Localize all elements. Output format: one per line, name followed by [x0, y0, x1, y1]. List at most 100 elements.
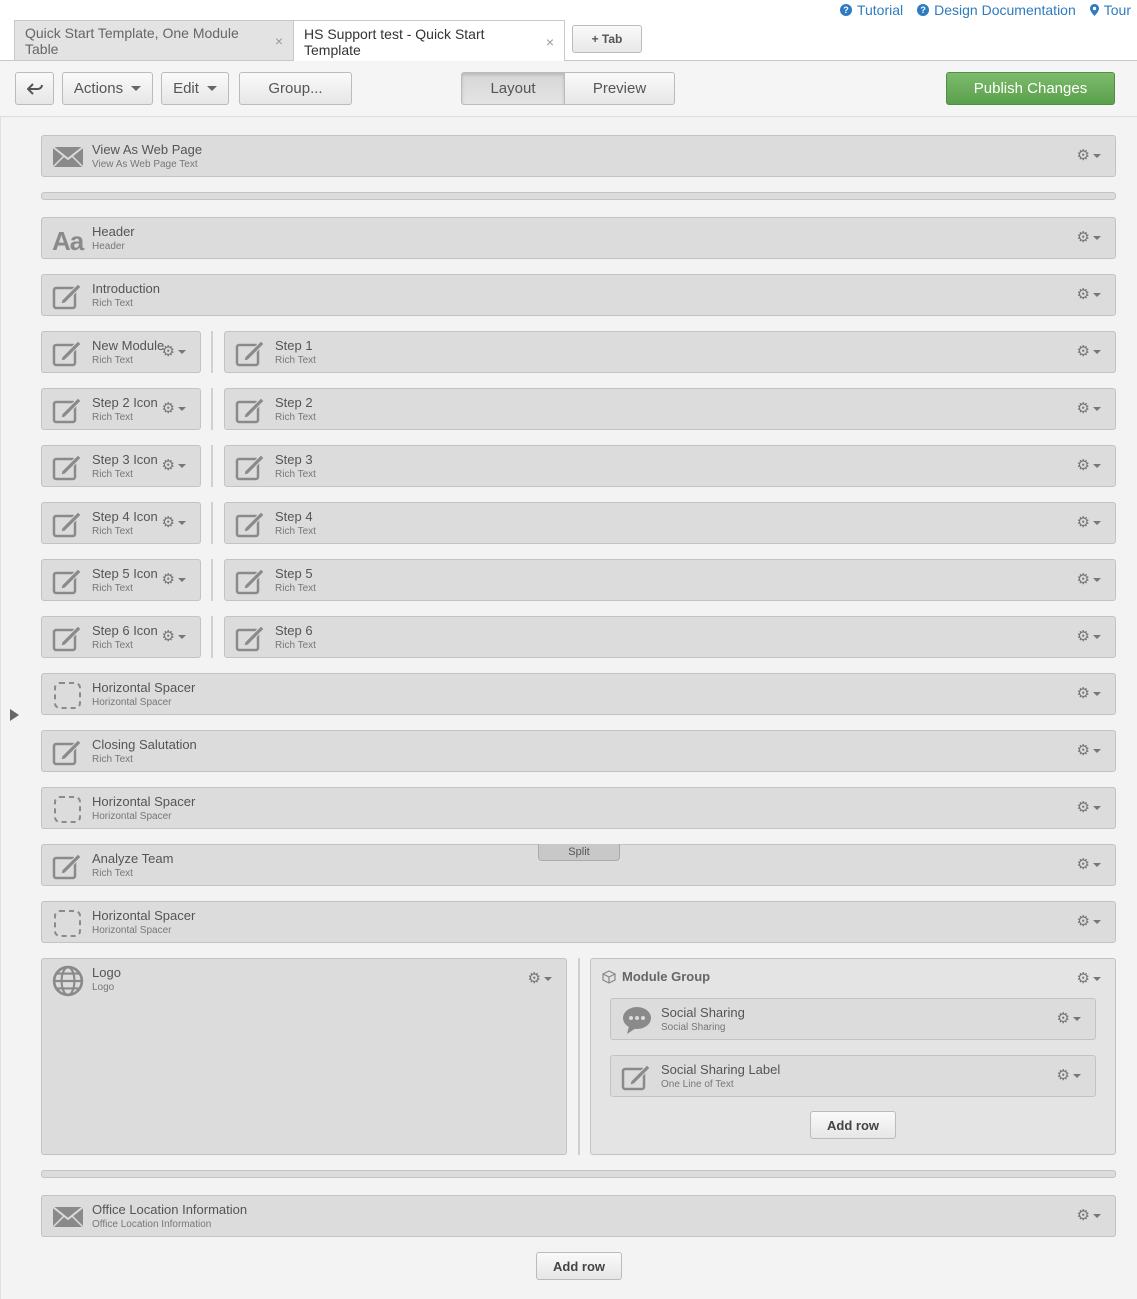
module-settings[interactable]: ⚙	[162, 629, 186, 644]
edit-icon	[52, 510, 83, 538]
column-divider[interactable]	[211, 616, 213, 658]
module-new-module[interactable]: New Module Rich Text ⚙	[41, 331, 201, 373]
actions-dropdown[interactable]: Actions	[62, 72, 153, 105]
module-step-1[interactable]: Step 1 Rich Text ⚙	[224, 331, 1116, 373]
edit-dropdown[interactable]: Edit	[161, 72, 229, 105]
module-step-5-icon[interactable]: Step 5 Icon Rich Text ⚙	[41, 559, 201, 601]
publish-changes-button[interactable]: Publish Changes	[946, 72, 1115, 105]
module-settings[interactable]: ⚙	[1057, 1068, 1081, 1083]
gear-icon: ⚙	[161, 628, 175, 645]
column-divider[interactable]	[578, 958, 580, 1155]
column-divider[interactable]	[211, 331, 213, 373]
module-settings[interactable]: ⚙	[1077, 572, 1101, 587]
module-type: Rich Text	[275, 469, 316, 480]
module-settings[interactable]: ⚙	[1077, 914, 1101, 929]
module-settings[interactable]: ⚙	[1077, 857, 1101, 872]
column-divider[interactable]	[211, 445, 213, 487]
module-settings[interactable]: ⚙	[162, 572, 186, 587]
tab-label: Quick Start Template, One Module Table	[25, 24, 239, 57]
module-settings[interactable]: ⚙	[162, 458, 186, 473]
module-horizontal-spacer[interactable]: Horizontal Spacer Horizontal Spacer ⚙	[41, 787, 1116, 829]
gear-icon: ⚙	[161, 457, 175, 474]
module-step-4[interactable]: Step 4 Rich Text ⚙	[224, 502, 1116, 544]
module-social-sharing[interactable]: Social Sharing Social Sharing ⚙	[610, 998, 1096, 1040]
module-step-4-icon[interactable]: Step 4 Icon Rich Text ⚙	[41, 502, 201, 544]
gear-icon: ⚙	[161, 343, 175, 360]
module-settings[interactable]: ⚙	[1077, 401, 1101, 416]
add-row-button[interactable]: Add row	[536, 1252, 622, 1280]
edit-icon	[52, 738, 83, 766]
gear-icon: ⚙	[1076, 913, 1090, 930]
edit-icon	[52, 396, 83, 424]
module-settings[interactable]: ⚙	[1077, 287, 1101, 302]
module-title: Analyze Team	[92, 851, 174, 866]
module-title: Step 5 Icon	[92, 566, 158, 581]
module-settings[interactable]: ⚙	[162, 401, 186, 416]
chevron-down-icon	[1093, 691, 1101, 696]
group-add-row-button[interactable]: Add row	[810, 1111, 896, 1139]
module-step-2-icon[interactable]: Step 2 Icon Rich Text ⚙	[41, 388, 201, 430]
module-settings[interactable]: ⚙	[1077, 1208, 1101, 1223]
module-title: Header	[92, 224, 135, 239]
design-documentation-link[interactable]: ? Design Documentation	[917, 2, 1076, 18]
module-step-6[interactable]: Step 6 Rich Text ⚙	[224, 616, 1116, 658]
module-settings[interactable]: ⚙	[162, 515, 186, 530]
module-settings[interactable]: ⚙	[528, 971, 552, 986]
module-closing-salutation[interactable]: Closing Salutation Rich Text ⚙	[41, 730, 1116, 772]
group-button[interactable]: Group...	[239, 72, 352, 105]
module-settings[interactable]: ⚙	[1077, 629, 1101, 644]
back-button[interactable]	[15, 72, 54, 105]
split-button[interactable]: Split	[538, 844, 620, 861]
module-settings[interactable]: ⚙	[1077, 458, 1101, 473]
chevron-down-icon	[1093, 976, 1101, 981]
module-type: Rich Text	[92, 298, 133, 309]
module-settings[interactable]: ⚙	[1077, 148, 1101, 163]
column-divider[interactable]	[211, 388, 213, 430]
module-logo[interactable]: Logo Logo ⚙	[41, 958, 567, 1155]
tab-quick-start-one-module[interactable]: Quick Start Template, One Module Table ×	[14, 20, 294, 60]
module-title: Social Sharing	[661, 1005, 745, 1020]
tab-layout[interactable]: Layout	[461, 72, 565, 105]
tab-preview[interactable]: Preview	[564, 72, 675, 105]
module-view-as-web-page[interactable]: View As Web Page View As Web Page Text ⚙	[41, 135, 1116, 177]
edit-icon	[235, 567, 266, 595]
module-header[interactable]: Aa Header Header ⚙	[41, 217, 1116, 259]
module-settings[interactable]: ⚙	[1077, 344, 1101, 359]
module-settings[interactable]: ⚙	[1077, 800, 1101, 815]
module-type: Rich Text	[92, 469, 133, 480]
module-social-sharing-label[interactable]: Social Sharing Label One Line of Text ⚙	[610, 1055, 1096, 1097]
module-settings[interactable]: ⚙	[1077, 230, 1101, 245]
module-step-3-icon[interactable]: Step 3 Icon Rich Text ⚙	[41, 445, 201, 487]
chevron-down-icon	[544, 976, 552, 981]
gear-icon: ⚙	[1076, 147, 1090, 164]
column-divider[interactable]	[211, 502, 213, 544]
module-step-3[interactable]: Step 3 Rich Text ⚙	[224, 445, 1116, 487]
module-settings[interactable]: ⚙	[1077, 515, 1101, 530]
module-settings[interactable]: ⚙	[1057, 1011, 1081, 1026]
add-tab-button[interactable]: + Tab	[572, 25, 642, 53]
gear-icon: ⚙	[1076, 970, 1090, 987]
module-office-location[interactable]: Office Location Information Office Locat…	[41, 1195, 1116, 1237]
expand-sidebar-icon[interactable]	[10, 709, 19, 721]
tutorial-link-label: Tutorial	[856, 2, 904, 18]
edit-icon	[235, 624, 266, 652]
column-divider[interactable]	[211, 559, 213, 601]
module-settings[interactable]: ⚙	[1077, 686, 1101, 701]
chevron-down-icon	[1093, 406, 1101, 411]
close-icon[interactable]: ×	[275, 33, 283, 49]
module-settings[interactable]: ⚙	[162, 344, 186, 359]
module-step-5[interactable]: Step 5 Rich Text ⚙	[224, 559, 1116, 601]
module-horizontal-spacer[interactable]: Horizontal Spacer Horizontal Spacer ⚙	[41, 673, 1116, 715]
module-settings[interactable]: ⚙	[1077, 743, 1101, 758]
globe-icon	[52, 965, 84, 997]
close-icon[interactable]: ×	[546, 34, 554, 50]
module-step-6-icon[interactable]: Step 6 Icon Rich Text ⚙	[41, 616, 201, 658]
module-introduction[interactable]: Introduction Rich Text ⚙	[41, 274, 1116, 316]
tutorial-link[interactable]: ? Tutorial	[839, 2, 904, 18]
module-horizontal-spacer[interactable]: Horizontal Spacer Horizontal Spacer ⚙	[41, 901, 1116, 943]
module-group-settings[interactable]: ⚙	[1077, 971, 1101, 986]
tab-hs-support-test[interactable]: HS Support test - Quick Start Template ×	[293, 20, 565, 62]
gear-icon: ⚙	[1056, 1067, 1070, 1084]
module-step-2[interactable]: Step 2 Rich Text ⚙	[224, 388, 1116, 430]
tour-link[interactable]: Tour	[1089, 2, 1131, 18]
